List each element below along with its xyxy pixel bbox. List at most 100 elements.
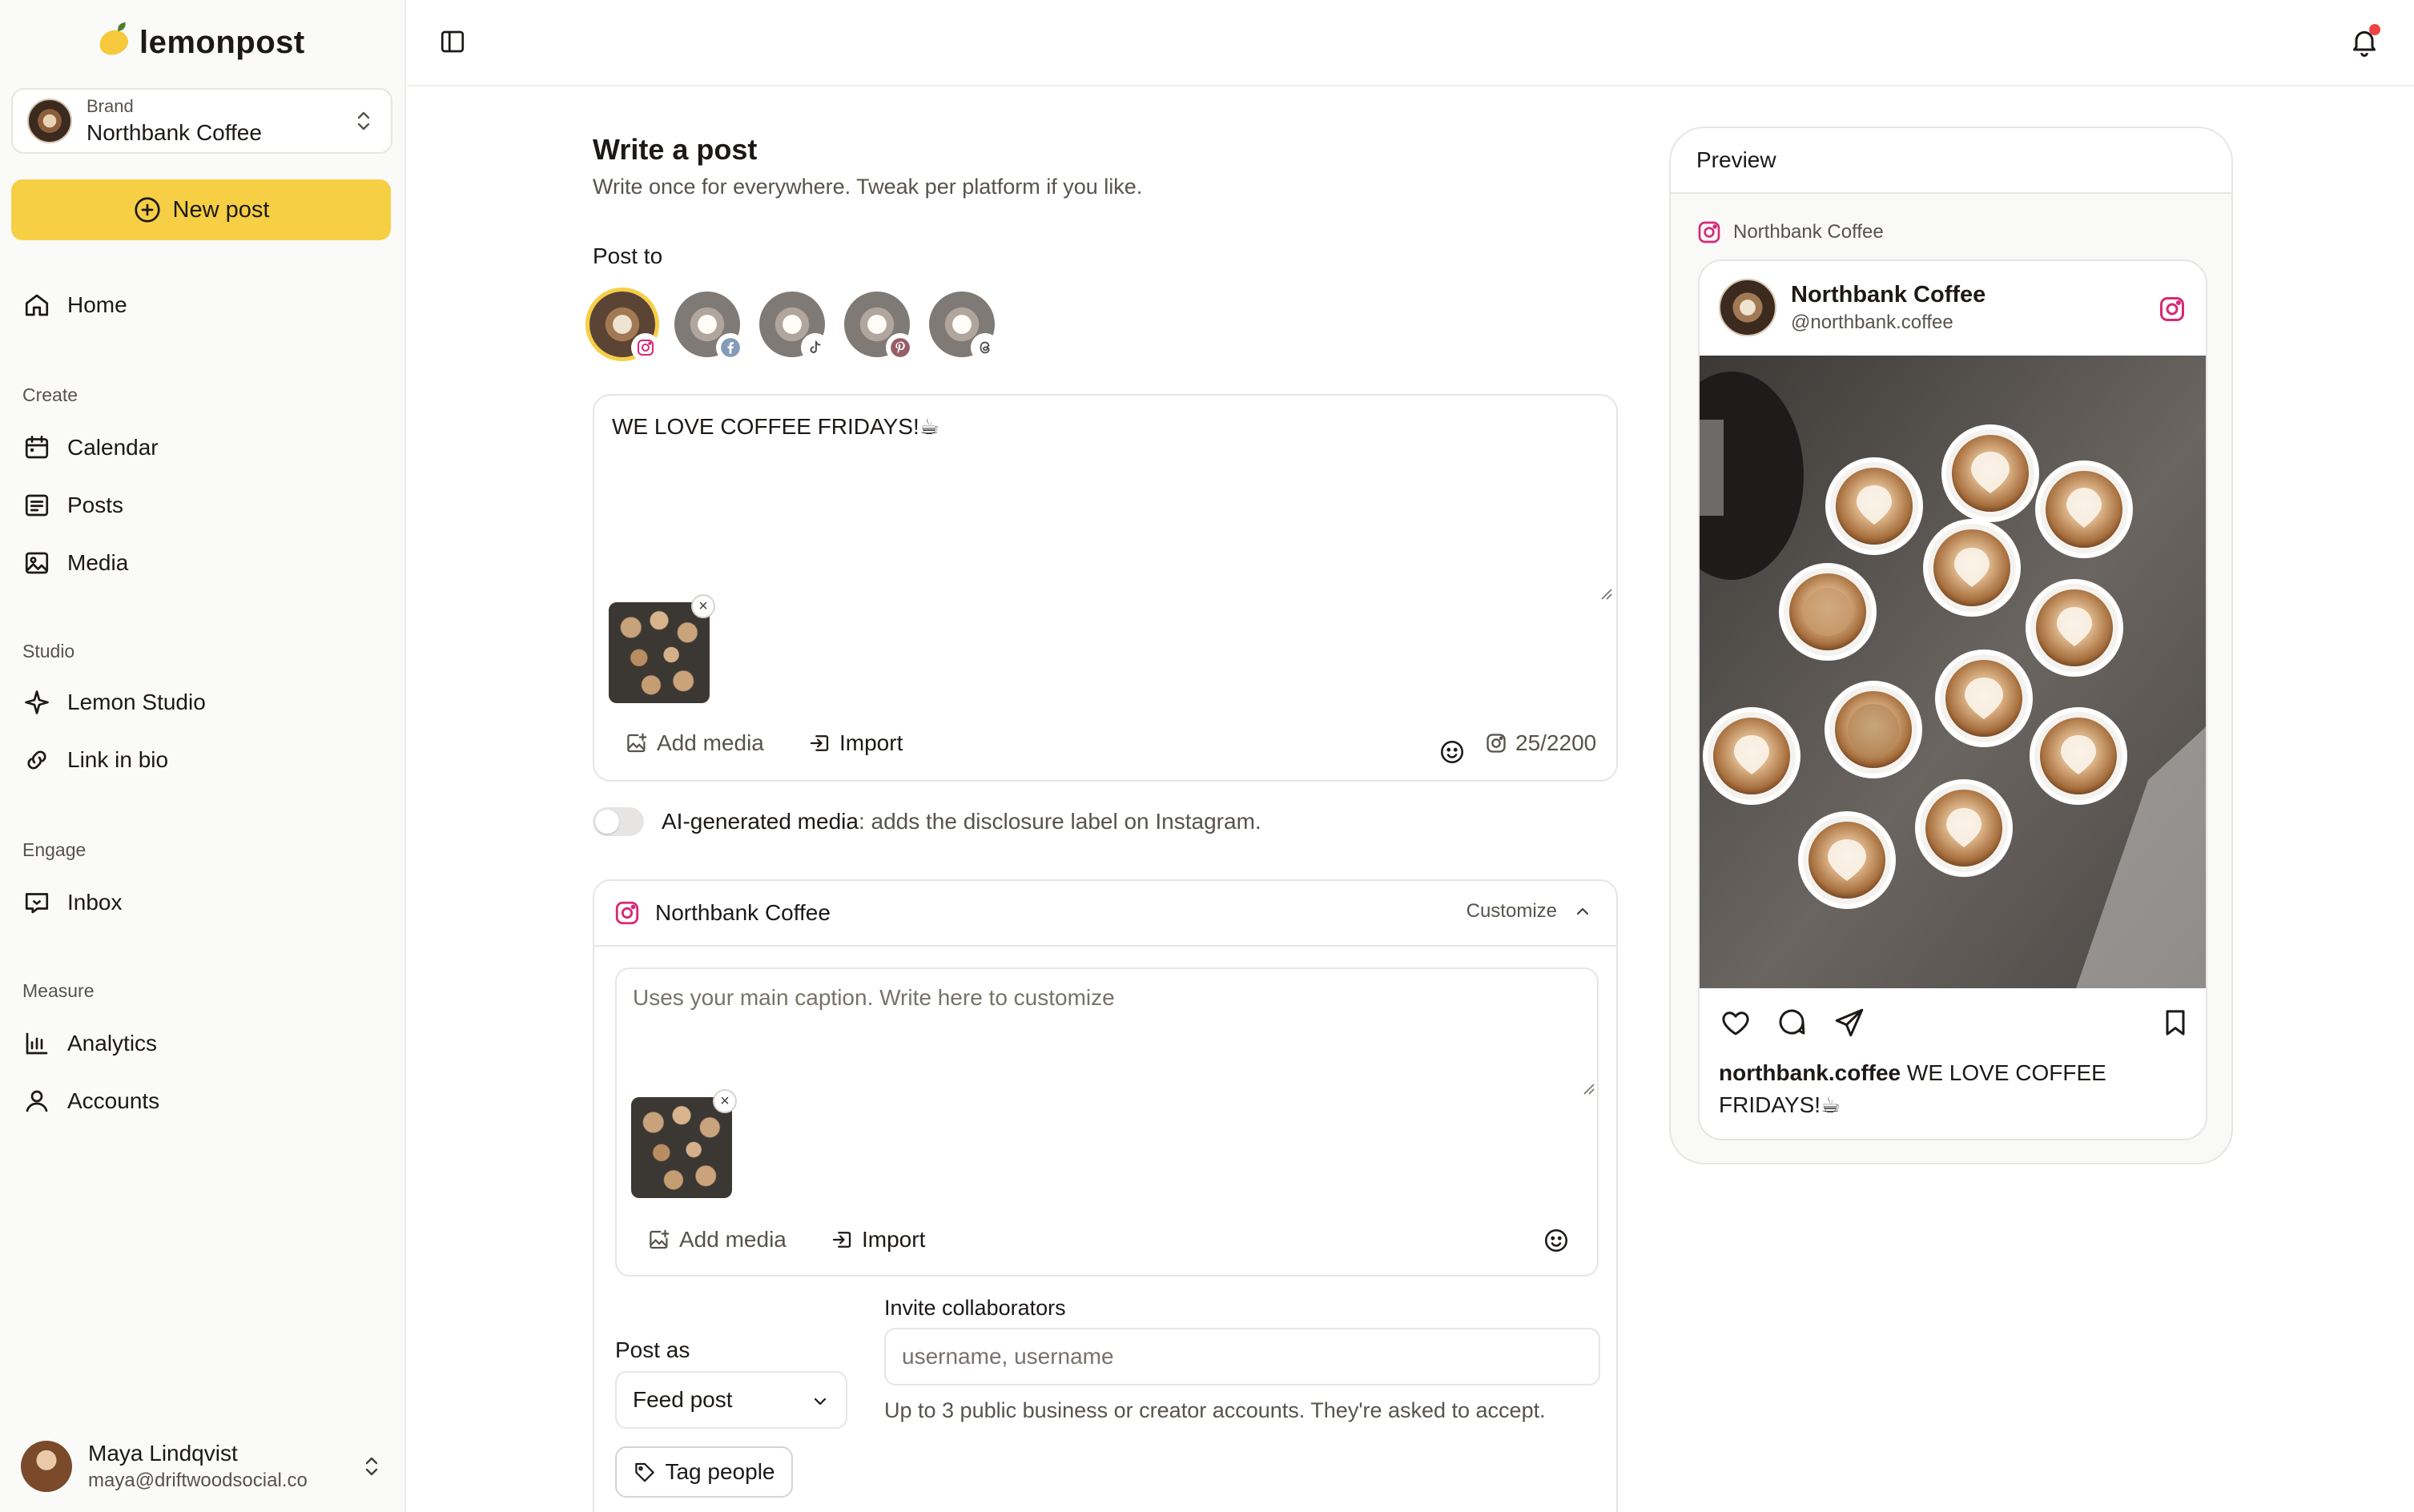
emoji-icon[interactable] [1438,738,1466,766]
app-logo[interactable]: lemonpost [95,22,305,62]
new-post-button[interactable]: New post [11,179,391,240]
sidebar: lemonpost Brand Northbank Coffee New pos… [0,0,406,1512]
resize-handle-icon[interactable] [1581,1081,1595,1096]
add-media-button[interactable]: Add media [625,730,764,756]
brand-name: Northbank Coffee [87,120,262,145]
section-measure: Measure [22,980,95,1001]
caption-text[interactable]: WE LOVE COFFEE FRIDAYS!☕ [612,413,939,440]
platform-threads[interactable] [929,292,998,360]
ai-media-toggle-row: AI-generated media: adds the disclosure … [593,807,1261,836]
platform-facebook[interactable] [674,292,743,360]
ai-media-toggle[interactable] [593,807,644,836]
heart-icon[interactable] [1719,1006,1752,1040]
resize-handle-icon[interactable] [1599,586,1613,601]
user-email: maya@driftwoodsocial.co [88,1470,308,1491]
chevron-up-down-icon [365,1457,378,1476]
calendar-icon [25,436,49,459]
platform-tiktok[interactable] [759,292,828,360]
post-as-label: Post as [615,1337,690,1362]
remove-media-icon[interactable]: × [691,594,715,618]
page-title: Write a post [593,133,758,166]
nav-home[interactable]: Home [22,287,127,324]
remove-media-icon[interactable]: × [713,1089,737,1113]
character-count: 25/2200 [1515,730,1597,755]
nav-home-label: Home [67,292,127,317]
section-engage: Engage [22,839,87,860]
add-media-button[interactable]: Add media [647,1227,787,1253]
sidebar-toggle-icon[interactable] [438,27,467,56]
nav-analytics[interactable]: Analytics [22,1025,157,1062]
instagram-icon [633,335,658,360]
nav-lemon-studio[interactable]: Lemon Studio [22,684,206,721]
tag-people-button[interactable]: Tag people [615,1446,793,1498]
platform-pinterest[interactable] [844,292,913,360]
platform-card-header[interactable]: Northbank Coffee [594,881,1616,947]
platform-caption-composer[interactable]: Uses your main caption. Write here to cu… [615,967,1599,1277]
author-avatar [1719,279,1776,336]
chevron-up-icon [1576,907,1589,915]
section-studio: Studio [22,641,75,662]
import-button[interactable]: Import [830,1227,925,1253]
nav-calendar-label: Calendar [67,435,159,460]
comment-icon[interactable] [1775,1006,1808,1040]
user-menu[interactable]: Maya Lindqvist maya@driftwoodsocial.co [21,1438,389,1494]
preview-account-name: Northbank Coffee [1733,221,1884,243]
inbox-icon [25,893,49,914]
import-label: Import [839,730,903,755]
media-thumbnail[interactable] [609,602,710,703]
image-icon [25,552,49,574]
customize-toggle[interactable]: Customize [1467,900,1592,923]
bookmark-icon[interactable] [2159,1006,2191,1040]
latte-cups-photo [1700,356,2206,988]
tag-people-label: Tag people [665,1459,775,1484]
ai-media-label: AI-generated media: adds the disclosure … [662,809,1261,834]
nav-accounts-label: Accounts [67,1088,160,1113]
nav-inbox-label: Inbox [67,890,123,915]
ai-media-label-rest: : adds the disclosure label on Instagram… [858,809,1261,834]
platform-account-name: Northbank Coffee [655,900,831,925]
platform-instagram[interactable] [589,292,658,360]
nav-media[interactable]: Media [22,545,128,581]
plus-circle-icon [134,197,160,223]
brand-switcher[interactable]: Brand Northbank Coffee [11,88,392,154]
send-icon[interactable] [1833,1006,1866,1040]
post-as-select[interactable]: Feed post [615,1371,847,1429]
preview-title: Preview [1696,147,1776,172]
platform-caption-placeholder: Uses your main caption. Write here to cu… [633,985,1115,1010]
emoji-icon[interactable] [1543,1227,1570,1254]
instagram-icon [1487,734,1506,753]
tiktok-icon [803,335,828,360]
user-icon [26,1090,48,1112]
import-button[interactable]: Import [807,730,903,756]
author-name: Northbank Coffee [1791,281,1986,308]
import-icon [832,1232,851,1248]
customize-label: Customize [1466,900,1557,922]
preview-account-row: Northbank Coffee [1696,219,1884,245]
chevron-down-icon [814,1397,827,1405]
add-media-label: Add media [679,1227,787,1252]
brand-label: Brand [87,96,134,116]
ai-media-label-bold: AI-generated media [662,809,859,834]
nav-posts[interactable]: Posts [22,487,123,524]
page-subtitle: Write once for everywhere. Tweak per pla… [593,175,1143,199]
facebook-icon [718,335,743,360]
user-name: Maya Lindqvist [88,1441,238,1466]
nav-calendar[interactable]: Calendar [22,429,159,466]
instagram-icon [2160,297,2184,321]
media-thumbnail[interactable] [631,1097,732,1198]
user-avatar [21,1441,72,1492]
nav-inbox[interactable]: Inbox [22,884,123,921]
nav-link-in-bio[interactable]: Link in bio [22,742,168,778]
add-image-icon [627,733,647,753]
caption-composer[interactable]: WE LOVE COFFEE FRIDAYS!☕ × Add media Imp… [593,394,1618,782]
add-media-label: Add media [657,730,764,755]
collaborators-input[interactable] [884,1328,1600,1385]
nav-media-label: Media [67,550,129,575]
post-to-label: Post to [593,243,663,268]
instagram-icon [615,901,639,925]
sparkle-icon [25,690,49,714]
tag-icon [635,1462,655,1482]
logo-text: lemonpost [139,24,305,60]
lemon-logo-icon [95,26,132,59]
nav-accounts[interactable]: Accounts [22,1083,159,1120]
